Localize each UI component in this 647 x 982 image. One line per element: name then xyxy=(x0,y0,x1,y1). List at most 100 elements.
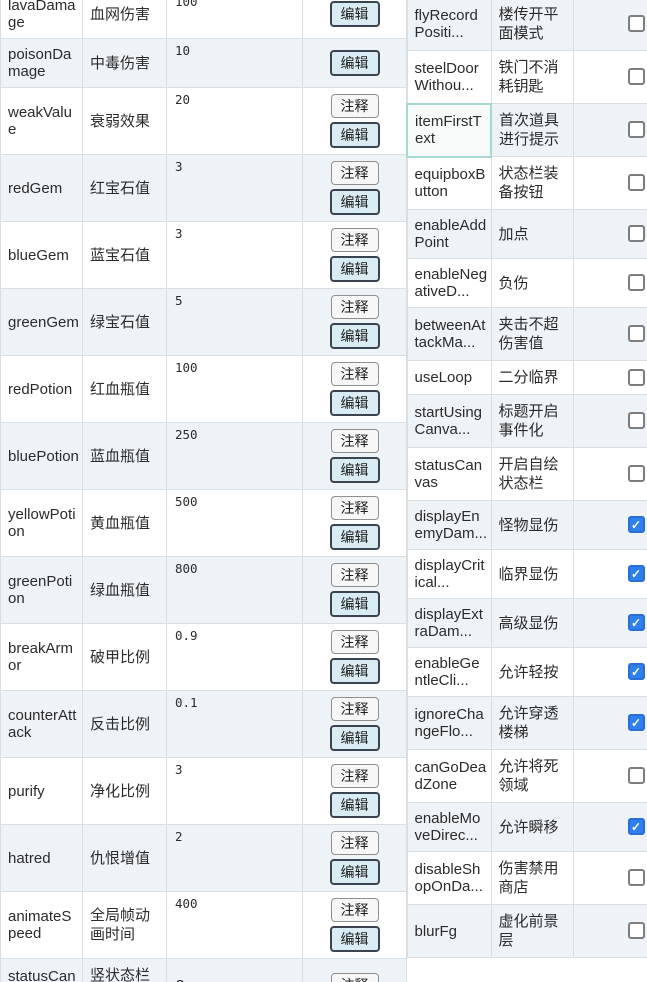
numeric-values-table-body: lavaDamage血网伤害100编辑poisonDamage中毒伤害10编辑w… xyxy=(1,0,407,982)
flag-checkbox[interactable] xyxy=(628,68,645,85)
edit-button[interactable]: 编辑 xyxy=(330,725,380,751)
comment-button[interactable]: 注释 xyxy=(331,94,379,118)
edit-button[interactable]: 编辑 xyxy=(330,658,380,684)
flag-checkbox[interactable] xyxy=(628,412,645,429)
comment-button[interactable]: 注释 xyxy=(331,973,379,982)
comment-button[interactable]: 注释 xyxy=(331,228,379,252)
row-actions: 注释编辑 xyxy=(303,892,407,959)
comment-button[interactable]: 注释 xyxy=(331,697,379,721)
flag-checkbox[interactable] xyxy=(628,714,645,731)
edit-button[interactable]: 编辑 xyxy=(330,859,380,885)
flag-checkbox[interactable] xyxy=(628,565,645,582)
comment-button[interactable]: 注释 xyxy=(331,764,379,788)
field-label: 虚化前景层 xyxy=(491,905,573,958)
table-row: enableAddPoint加点 xyxy=(407,210,647,259)
edit-button[interactable]: 编辑 xyxy=(330,122,380,148)
comment-button[interactable]: 注释 xyxy=(331,831,379,855)
flag-checkbox[interactable] xyxy=(628,174,645,191)
field-key-text: betweenAttackMa... xyxy=(415,317,486,351)
table-row: equipboxButton状态栏装备按钮 xyxy=(407,157,647,210)
comment-button[interactable]: 注释 xyxy=(331,563,379,587)
flag-checkbox[interactable] xyxy=(628,15,645,32)
flag-checkbox[interactable] xyxy=(628,516,645,533)
comment-button[interactable]: 注释 xyxy=(331,898,379,922)
edit-button[interactable]: 编辑 xyxy=(330,524,380,550)
field-key: ignoreChangeFlo... xyxy=(407,697,491,750)
field-label-text: 铁门不消耗钥匙 xyxy=(499,59,559,95)
field-label: 负伤 xyxy=(491,259,573,308)
field-key: displayEnemyDam... xyxy=(407,501,491,550)
flag-checkbox[interactable] xyxy=(628,663,645,680)
flag-checkbox[interactable] xyxy=(628,121,645,138)
edit-button[interactable]: 编辑 xyxy=(330,189,380,215)
field-key: flyRecordPositi... xyxy=(407,0,491,51)
flag-checkbox[interactable] xyxy=(628,922,645,939)
table-row: blueGem蓝宝石值3注释编辑 xyxy=(1,222,407,289)
flag-value xyxy=(573,259,647,308)
field-key-text: canGoDeadZone xyxy=(415,759,487,793)
edit-button[interactable]: 编辑 xyxy=(330,256,380,282)
field-label-text: 虚化前景层 xyxy=(499,913,559,949)
field-key: itemFirstText xyxy=(407,104,491,157)
field-key-text: greenGem xyxy=(8,314,79,331)
row-actions: 注释编辑 xyxy=(303,624,407,691)
field-key-text: redPotion xyxy=(8,381,72,398)
selected-option: 3 xyxy=(176,978,184,982)
table-row: ignoreChangeFlo...允许穿透楼梯 xyxy=(407,697,647,750)
flag-value xyxy=(573,697,647,750)
field-label: 状态栏装备按钮 xyxy=(491,157,573,210)
table-row: canGoDeadZone允许将死领域 xyxy=(407,750,647,803)
comment-button[interactable]: 注释 xyxy=(331,496,379,520)
comment-button[interactable]: 注释 xyxy=(331,161,379,185)
field-key-text: greenPotion xyxy=(8,573,72,607)
flag-checkbox[interactable] xyxy=(628,869,645,886)
edit-button[interactable]: 编辑 xyxy=(330,1,380,27)
table-row: flyRecordPositi...楼传开平面模式 xyxy=(407,0,647,51)
comment-button[interactable]: 注释 xyxy=(331,429,379,453)
table-row: bluePotion蓝血瓶值250注释编辑 xyxy=(1,423,407,490)
field-key: enableMoveDirec... xyxy=(407,803,491,852)
field-label: 临界显伤 xyxy=(491,550,573,599)
table-row: displayEnemyDam...怪物显伤 xyxy=(407,501,647,550)
flag-value xyxy=(573,803,647,852)
field-key: purify xyxy=(1,758,83,825)
flag-checkbox[interactable] xyxy=(628,465,645,482)
table-row: displayExtraDam...高级显伤 xyxy=(407,599,647,648)
flag-checkbox[interactable] xyxy=(628,767,645,784)
field-label-text: 二分临界 xyxy=(499,369,559,386)
row-count-select[interactable]: 3 xyxy=(175,976,300,982)
field-label: 二分临界 xyxy=(491,361,573,395)
edit-button[interactable]: 编辑 xyxy=(330,457,380,483)
field-value: 100 xyxy=(167,0,303,39)
config-editor-viewport: lavaDamage血网伤害100编辑poisonDamage中毒伤害10编辑w… xyxy=(0,0,647,982)
edit-button[interactable]: 编辑 xyxy=(330,390,380,416)
edit-button[interactable]: 编辑 xyxy=(330,591,380,617)
flag-checkbox[interactable] xyxy=(628,614,645,631)
field-key: displayCritical... xyxy=(407,550,491,599)
field-value: 400 xyxy=(167,892,303,959)
flag-checkbox[interactable] xyxy=(628,369,645,386)
field-label: 允许穿透楼梯 xyxy=(491,697,573,750)
flag-checkbox[interactable] xyxy=(628,818,645,835)
edit-button[interactable]: 编辑 xyxy=(330,323,380,349)
table-row: lavaDamage血网伤害100编辑 xyxy=(1,0,407,39)
field-label: 允许轻按 xyxy=(491,648,573,697)
comment-button[interactable]: 注释 xyxy=(331,295,379,319)
flag-toggles-table: flyRecordPositi...楼传开平面模式steelDoorWithou… xyxy=(406,0,647,958)
field-label-text: 红宝石值 xyxy=(90,180,150,197)
flag-checkbox[interactable] xyxy=(628,274,645,291)
field-label: 楼传开平面模式 xyxy=(491,0,573,51)
edit-button[interactable]: 编辑 xyxy=(330,50,380,76)
flag-value xyxy=(573,395,647,448)
flag-checkbox[interactable] xyxy=(628,325,645,342)
field-label: 红血瓶值 xyxy=(83,356,167,423)
edit-button[interactable]: 编辑 xyxy=(330,792,380,818)
flag-checkbox[interactable] xyxy=(628,225,645,242)
field-key-text: redGem xyxy=(8,180,62,197)
edit-button[interactable]: 编辑 xyxy=(330,926,380,952)
comment-button[interactable]: 注释 xyxy=(331,362,379,386)
table-row: redPotion红血瓶值100注释编辑 xyxy=(1,356,407,423)
field-label: 蓝宝石值 xyxy=(83,222,167,289)
table-row: startUsingCanva...标题开启事件化 xyxy=(407,395,647,448)
comment-button[interactable]: 注释 xyxy=(331,630,379,654)
